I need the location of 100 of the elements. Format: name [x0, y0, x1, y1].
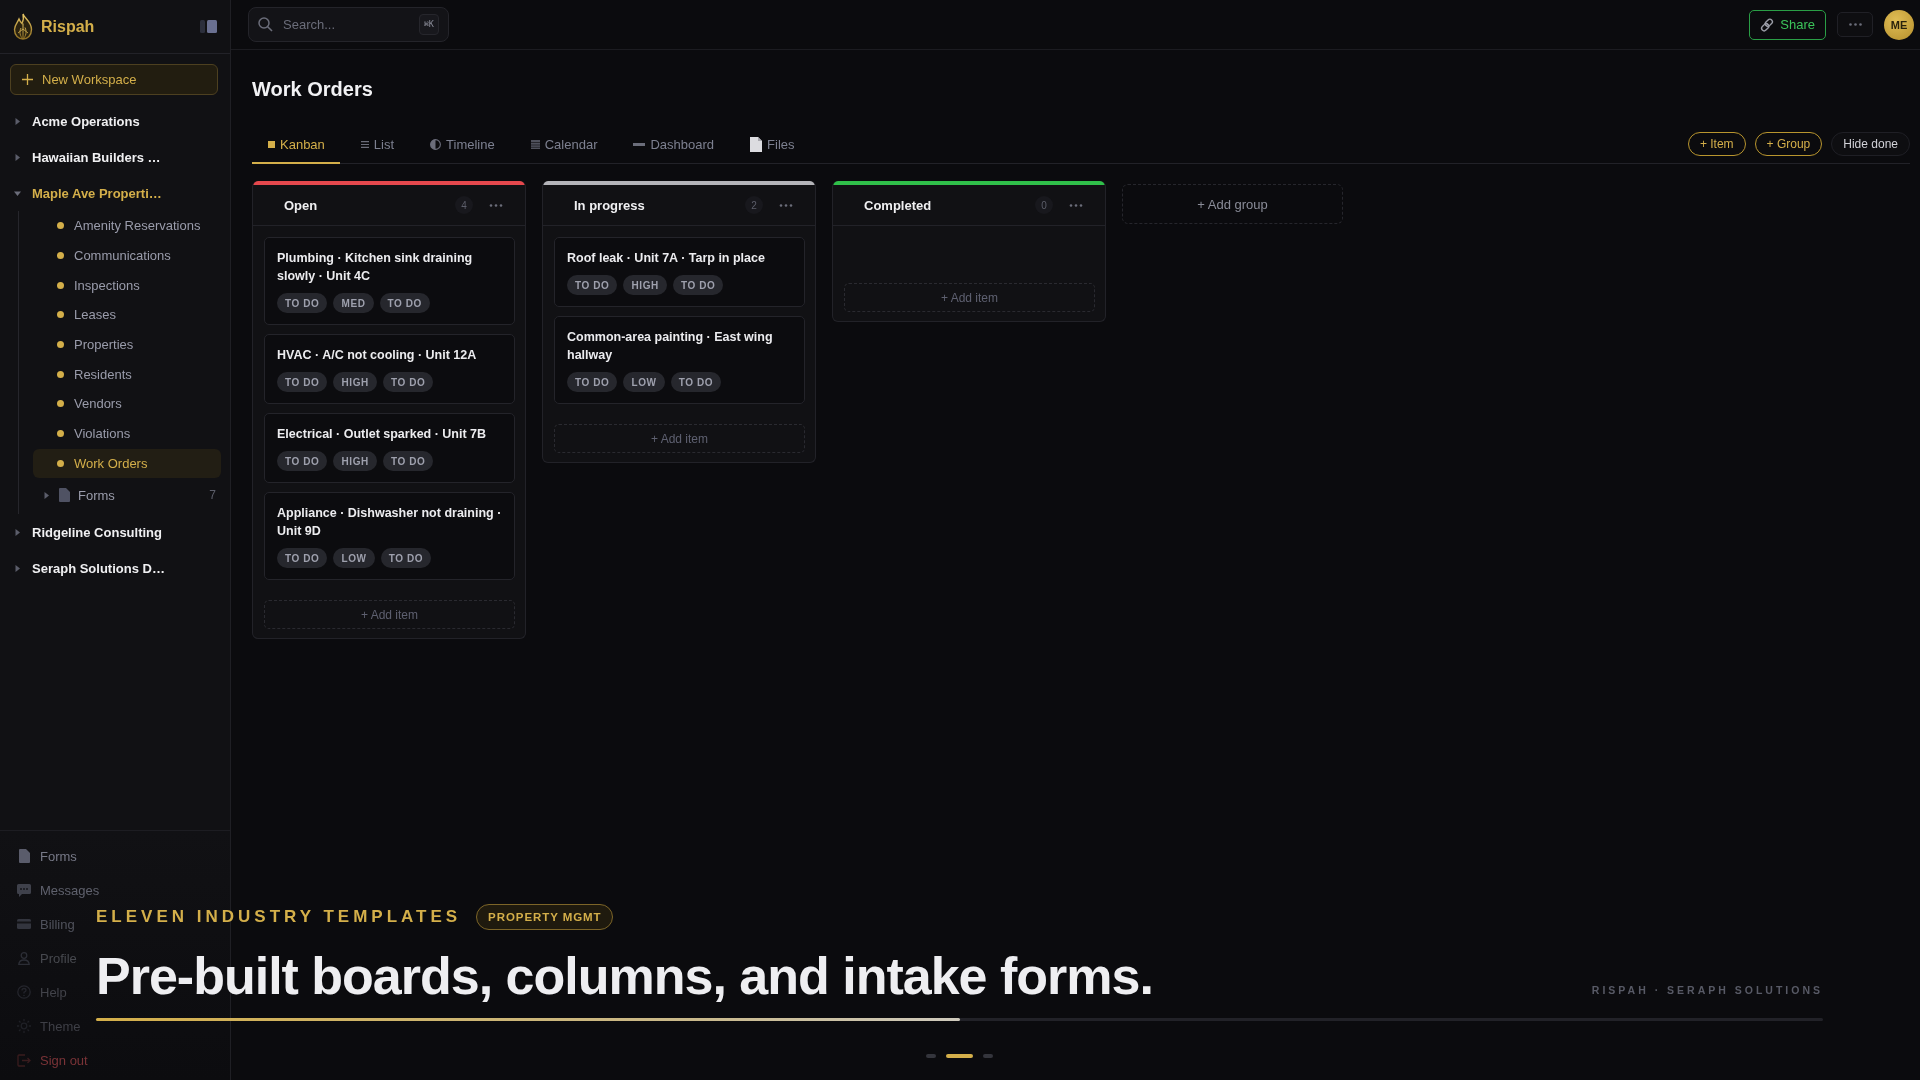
view-tab[interactable]: List — [344, 127, 410, 164]
half-circle-icon — [430, 139, 442, 150]
work-order-card[interactable]: Common-area painting · East wing hallway TO DO LOW TO DO — [554, 316, 805, 404]
caret-icon[interactable] — [14, 564, 21, 572]
dot-icon — [57, 430, 64, 438]
file-icon — [59, 488, 70, 503]
dot-icon — [57, 459, 64, 467]
new-workspace-button[interactable]: New Workspace — [10, 64, 218, 95]
card-tag: TO DO — [567, 275, 618, 295]
dot-icon — [57, 222, 64, 230]
eyebrow-text: ELEVEN INDUSTRY TEMPLATES — [96, 907, 462, 927]
workspace-item[interactable]: Maple Ave Properti… — [0, 175, 230, 211]
sign-out-icon — [17, 1053, 31, 1067]
column-title: Completed — [864, 197, 932, 213]
view-tab[interactable]: Timeline — [414, 127, 510, 164]
add-group-button[interactable]: + Add group — [1122, 184, 1343, 224]
ellipsis-icon[interactable] — [1069, 203, 1083, 207]
board-item[interactable]: Leases — [33, 300, 221, 330]
ellipsis-icon[interactable] — [779, 203, 793, 207]
card-tag: HIGH — [333, 451, 377, 471]
item-count: 0 — [1035, 196, 1053, 214]
column-title: Open — [284, 197, 318, 213]
avatar[interactable]: ME — [1884, 9, 1914, 40]
brand-name: Rispah — [41, 17, 95, 36]
list-icon — [360, 141, 369, 148]
card-tag: TO DO — [672, 275, 724, 295]
view-tab[interactable]: Kanban — [252, 127, 340, 164]
caret-icon[interactable] — [14, 153, 21, 161]
work-order-card[interactable]: Appliance · Dishwasher not draining · Unit 9D TO DO LOW TO DO — [264, 492, 515, 580]
dot-icon — [57, 281, 64, 289]
add-button[interactable]: + Item — [1687, 132, 1746, 156]
dot-icon — [57, 400, 64, 408]
help-icon — [17, 985, 31, 999]
view-tab[interactable]: Files — [734, 127, 810, 164]
ellipsis-icon[interactable] — [489, 203, 503, 207]
share-button[interactable]: Share — [1749, 9, 1826, 40]
view-tab[interactable]: Dashboard — [617, 127, 730, 164]
card-title: HVAC · A/C not cooling · Unit 12A — [277, 347, 478, 364]
toggle-button[interactable]: Hide done — [1831, 132, 1910, 156]
caret-icon[interactable] — [43, 491, 50, 499]
work-order-card[interactable]: Roof leak · Unit 7A · Tarp in place TO DO HIGH TO DO — [554, 237, 805, 307]
item-count: 2 — [745, 196, 763, 214]
board-item[interactable]: Residents — [33, 359, 221, 390]
card-tag: TO DO — [277, 548, 328, 568]
dot-icon — [57, 341, 64, 349]
card-tag: TO DO — [379, 293, 430, 313]
card-title: Appliance · Dishwasher not draining · Unit 9D — [277, 505, 503, 540]
item-count: 7 — [209, 488, 216, 503]
card-tag: TO DO — [567, 372, 618, 392]
card-tag: TO DO — [277, 451, 328, 471]
link-icon — [1760, 17, 1775, 32]
category-badge: PROPERTY MGMT — [476, 904, 614, 930]
workspace-item[interactable]: Hawaiian Builders … — [0, 139, 230, 175]
card-title: Electrical · Outlet sparked · Unit 7B — [277, 426, 488, 443]
page-title: Work Orders — [252, 77, 373, 101]
dot-icon — [57, 311, 64, 319]
board-item[interactable]: Properties — [33, 329, 221, 360]
card-title: Roof leak · Unit 7A · Tarp in place — [567, 250, 766, 267]
workspace-item[interactable]: Seraph Solutions D… — [0, 550, 230, 587]
card-tag: TO DO — [277, 293, 328, 313]
slide-indicator[interactable] — [946, 1054, 973, 1058]
board-item[interactable]: Vendors — [33, 389, 221, 419]
square-icon — [268, 141, 275, 148]
file-icon — [750, 137, 763, 152]
card-tag: TO DO — [382, 451, 434, 471]
board-item[interactable]: Inspections — [33, 270, 221, 301]
caret-icon[interactable] — [14, 117, 21, 125]
card-tag: LOW — [623, 372, 665, 392]
board-item[interactable]: Violations — [33, 418, 221, 449]
board-item[interactable]: Amenity Reservations — [33, 211, 221, 241]
workspace-item[interactable]: Acme Operations — [0, 103, 230, 139]
work-order-card[interactable]: HVAC · A/C not cooling · Unit 12A TO DO HIGH TO DO — [264, 334, 515, 404]
view-tab[interactable]: Calendar — [514, 127, 613, 164]
board-item[interactable]: Communications — [33, 240, 221, 271]
work-order-card[interactable]: Plumbing · Kitchen sink draining slowly · Unit 4C TO DO MED TO DO — [264, 237, 515, 325]
flame-logo-icon — [12, 13, 34, 40]
sidebar-toggle-icon[interactable] — [200, 20, 217, 33]
nav-item[interactable]: Forms — [0, 839, 83, 873]
card-tag: HIGH — [333, 372, 377, 392]
file-icon — [18, 849, 30, 863]
credit-text: RISPAH · SERAPH SOLUTIONS — [1591, 984, 1823, 996]
caret-icon[interactable] — [14, 189, 21, 197]
folder-item[interactable]: Forms 7 — [19, 478, 230, 513]
person-icon — [18, 951, 30, 965]
board-item[interactable]: Work Orders — [33, 448, 221, 479]
caret-icon[interactable] — [14, 528, 21, 536]
card-tag: TO DO — [670, 372, 722, 392]
workspace-item[interactable]: Ridgeline Consulting — [0, 514, 230, 551]
ellipsis-icon[interactable] — [1848, 23, 1862, 26]
add-button[interactable]: + Group — [1754, 132, 1823, 156]
dash-icon — [633, 143, 646, 146]
search-icon — [258, 17, 273, 32]
card-tag: MED — [333, 293, 374, 313]
column-title: In progress — [574, 197, 645, 213]
item-count: 4 — [455, 196, 473, 214]
headline: Pre-built boards, columns, and intake forms. — [96, 946, 1153, 1006]
credit-card-icon — [17, 919, 31, 929]
card-tag: HIGH — [623, 275, 667, 295]
work-order-card[interactable]: Electrical · Outlet sparked · Unit 7B TO DO HIGH TO DO — [264, 413, 515, 483]
card-tag: TO DO — [380, 548, 432, 568]
